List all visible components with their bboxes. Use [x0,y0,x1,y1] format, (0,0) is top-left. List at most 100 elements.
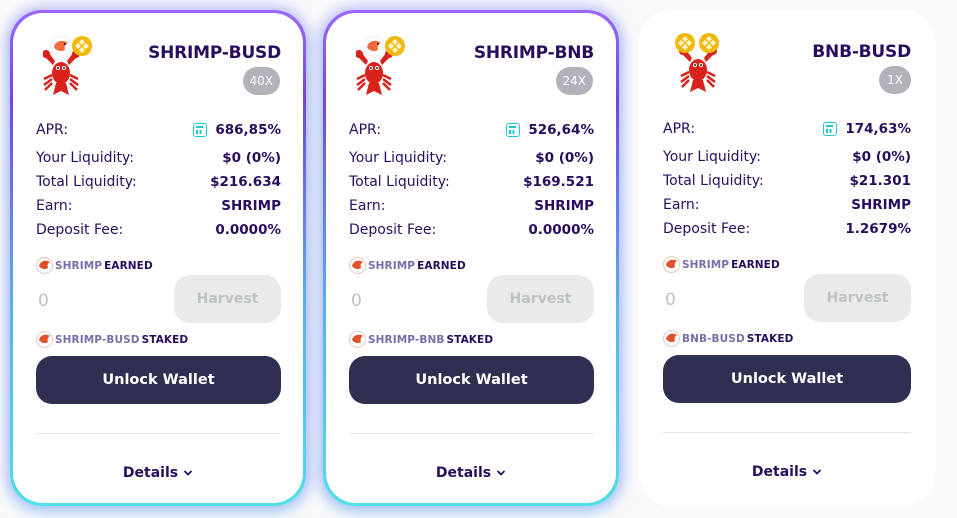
farm-card-bnb-busd: BNB-BUSD 1X APR: 174,63% Your Liquidity:… [639,10,935,506]
earn-row: Earn: SHRIMP [36,197,281,215]
divider [349,433,594,434]
shrimp-token-icon [663,256,680,273]
row-label: Earn: [36,198,73,214]
row-value: $0 (0%) [852,149,911,165]
your-liquidity-row: Your Liquidity: $0 (0%) [663,148,911,166]
farm-title: SHRIMP-BUSD [148,43,281,63]
harvest-button[interactable]: Harvest [487,275,594,323]
shrimp-token-icon [36,257,53,274]
row-value: $0 (0%) [222,150,281,166]
details-label: Details [122,465,179,481]
bnb-token-icon [675,33,695,53]
chevron-down-icon [813,469,821,475]
deposit-fee-row: Deposit Fee: 1.2679% [663,220,911,238]
earned-amount: 0 [665,290,676,310]
harvest-button[interactable]: Harvest [804,274,911,322]
row-label: Total Liquidity: [663,173,764,189]
unlock-wallet-button[interactable]: Unlock Wallet [349,356,594,404]
earned-heading: SHRIMP EARNED [663,256,780,273]
farm-card-shrimp-bnb: SHRIMP-BNB 24X APR: 526,64% Your Liquidi… [323,10,619,506]
chevron-down-icon [497,470,505,476]
calculator-icon[interactable] [506,123,521,137]
total-liquidity-row: Total Liquidity: $21.301 [663,172,911,190]
apr-row: APR: 686,85% [36,121,281,139]
details-toggle[interactable]: Details [13,465,303,481]
staked-heading: SHRIMP-BNB STAKED [349,331,493,348]
apr-label: APR: [663,121,696,137]
apr-value: 526,64% [528,122,594,138]
shrimp-token-icon [363,35,385,57]
details-label: Details [751,464,808,480]
divider [36,433,281,434]
details-label: Details [435,465,492,481]
row-label: Total Liquidity: [349,174,450,190]
row-value: SHRIMP [851,197,911,213]
busd-token-icon [699,33,719,53]
shrimp-token-icon [349,331,366,348]
total-liquidity-row: Total Liquidity: $216.634 [36,173,281,191]
bnb-token-icon [385,36,405,56]
busd-token-icon [72,36,92,56]
multiplier-badge: 1X [879,66,911,94]
row-label: Your Liquidity: [663,149,761,165]
calculator-icon[interactable] [193,123,208,137]
row-value: SHRIMP [534,198,594,214]
earned-heading: SHRIMP EARNED [36,257,153,274]
chevron-down-icon [184,470,192,476]
apr-label: APR: [36,122,69,138]
unlock-wallet-button[interactable]: Unlock Wallet [36,356,281,404]
row-label: Total Liquidity: [36,174,137,190]
lobster-logo-icon [675,33,719,92]
earned-amount: 0 [351,291,362,311]
row-value: $0 (0%) [535,150,594,166]
farm-card-body: SHRIMP-BNB 24X APR: 526,64% Your Liquidi… [326,13,616,503]
shrimp-token-icon [50,35,72,57]
row-label: Your Liquidity: [36,150,134,166]
shrimp-token-icon [663,330,680,347]
lobster-logo-icon [43,35,92,95]
unlock-wallet-button[interactable]: Unlock Wallet [663,355,911,403]
row-label: Your Liquidity: [349,150,447,166]
deposit-fee-row: Deposit Fee: 0.0000% [36,221,281,239]
row-label: Deposit Fee: [36,222,124,238]
apr-value: 686,85% [215,122,281,138]
row-label: Deposit Fee: [349,222,437,238]
row-value: 0.0000% [528,222,594,238]
row-value: $216.634 [210,174,281,190]
multiplier-badge: 40X [242,67,280,95]
total-liquidity-row: Total Liquidity: $169.521 [349,173,594,191]
details-toggle[interactable]: Details [326,465,616,481]
row-label: Earn: [663,197,700,213]
your-liquidity-row: Your Liquidity: $0 (0%) [36,149,281,167]
earned-heading: SHRIMP EARNED [349,257,466,274]
row-value: 1.2679% [845,221,911,237]
earn-row: Earn: SHRIMP [349,197,594,215]
farm-card-body: SHRIMP-BUSD 40X APR: 686,85% Your Liquid… [13,13,303,503]
your-liquidity-row: Your Liquidity: $0 (0%) [349,149,594,167]
multiplier-badge: 24X [555,67,593,95]
shrimp-token-icon [36,331,53,348]
row-value: $21.301 [849,173,912,189]
farm-title: BNB-BUSD [812,42,911,62]
farm-title: SHRIMP-BNB [473,43,594,63]
earn-row: Earn: SHRIMP [663,196,911,214]
row-label: Earn: [349,198,386,214]
details-toggle[interactable]: Details [639,464,935,480]
earned-amount: 0 [38,291,49,311]
apr-row: APR: 526,64% [349,121,594,139]
farm-card-body: BNB-BUSD 1X APR: 174,63% Your Liquidity:… [639,10,935,506]
lobster-logo-icon [356,35,405,95]
deposit-fee-row: Deposit Fee: 0.0000% [349,221,594,239]
apr-value: 174,63% [845,121,911,137]
staked-heading: BNB-BUSD STAKED [663,330,793,347]
farm-card-shrimp-busd: SHRIMP-BUSD 40X APR: 686,85% Your Liquid… [10,10,306,506]
staked-heading: SHRIMP-BUSD STAKED [36,331,188,348]
row-value: 0.0000% [215,222,281,238]
apr-row: APR: 174,63% [663,120,911,138]
calculator-icon[interactable] [823,122,838,136]
row-label: Deposit Fee: [663,221,751,237]
apr-label: APR: [349,122,382,138]
row-value: SHRIMP [221,198,281,214]
harvest-button[interactable]: Harvest [174,275,281,323]
row-value: $169.521 [523,174,594,190]
